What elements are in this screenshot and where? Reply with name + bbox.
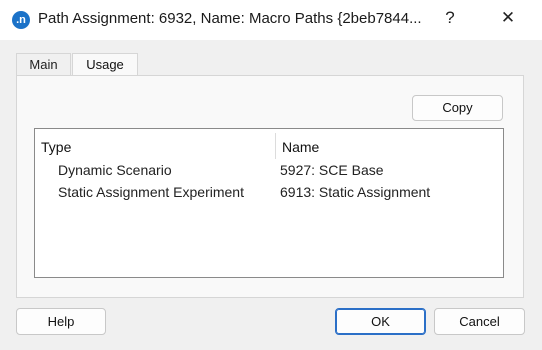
column-header-name[interactable]: Name [282, 139, 319, 155]
copy-button[interactable]: Copy [412, 95, 503, 121]
cancel-button[interactable]: Cancel [434, 308, 525, 335]
ok-button[interactable]: OK [335, 308, 426, 335]
item-name: 5927: SCE Base [280, 162, 384, 178]
column-separator[interactable] [275, 133, 276, 159]
item-name: 6913: Static Assignment [280, 184, 431, 200]
item-type: Static Assignment Experiment [58, 184, 244, 200]
tab-main[interactable]: Main [16, 53, 71, 75]
title-bar[interactable]: .n Path Assignment: 6932, Name: Macro Pa… [0, 0, 542, 40]
list-item[interactable]: Dynamic Scenario 5927: SCE Base [35, 160, 503, 182]
help-button[interactable]: Help [16, 308, 106, 335]
help-icon[interactable]: ? [440, 8, 460, 30]
column-header-type[interactable]: Type [41, 139, 71, 155]
close-icon[interactable]: ✕ [496, 8, 520, 30]
list-item[interactable]: Static Assignment Experiment 6913: Stati… [35, 182, 503, 204]
usage-list[interactable]: Type Name Dynamic Scenario 5927: SCE Bas… [34, 128, 504, 278]
item-type: Dynamic Scenario [58, 162, 172, 178]
app-icon: .n [12, 11, 30, 29]
window-title: Path Assignment: 6932, Name: Macro Paths… [38, 10, 422, 27]
tab-usage[interactable]: Usage [72, 53, 138, 76]
